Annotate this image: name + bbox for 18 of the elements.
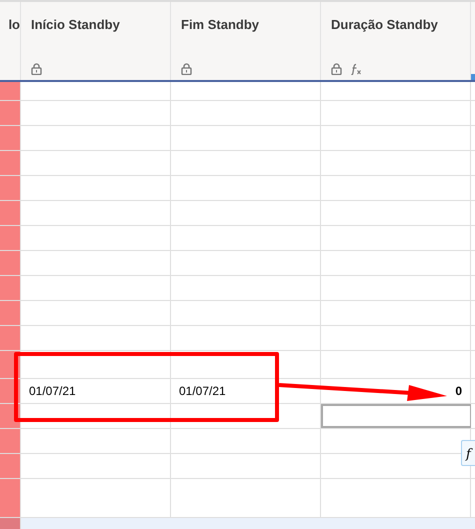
column-title: Duração Standby [331, 16, 439, 34]
lock-icon [181, 63, 192, 75]
lock-icon [31, 63, 42, 75]
column-header[interactable]: lo [0, 2, 21, 80]
formula-icon [350, 63, 362, 75]
table-cell[interactable] [321, 404, 471, 428]
cell-value[interactable]: 01/07/21 [29, 382, 76, 400]
lock-icon [331, 63, 342, 75]
column-header[interactable]: Duração Standby [321, 2, 471, 80]
cell-value[interactable]: 01/07/21 [179, 382, 226, 400]
column-marker [471, 74, 475, 80]
formula-tooltip: f [461, 440, 475, 466]
column-header[interactable]: Fim Standby [171, 2, 321, 80]
column-header[interactable]: Início Standby [21, 2, 171, 80]
cell-value[interactable]: 0 [455, 382, 462, 400]
column-title: Fim Standby [181, 16, 260, 34]
column-title: lo [8, 16, 20, 34]
column-title: Início Standby [31, 16, 121, 34]
